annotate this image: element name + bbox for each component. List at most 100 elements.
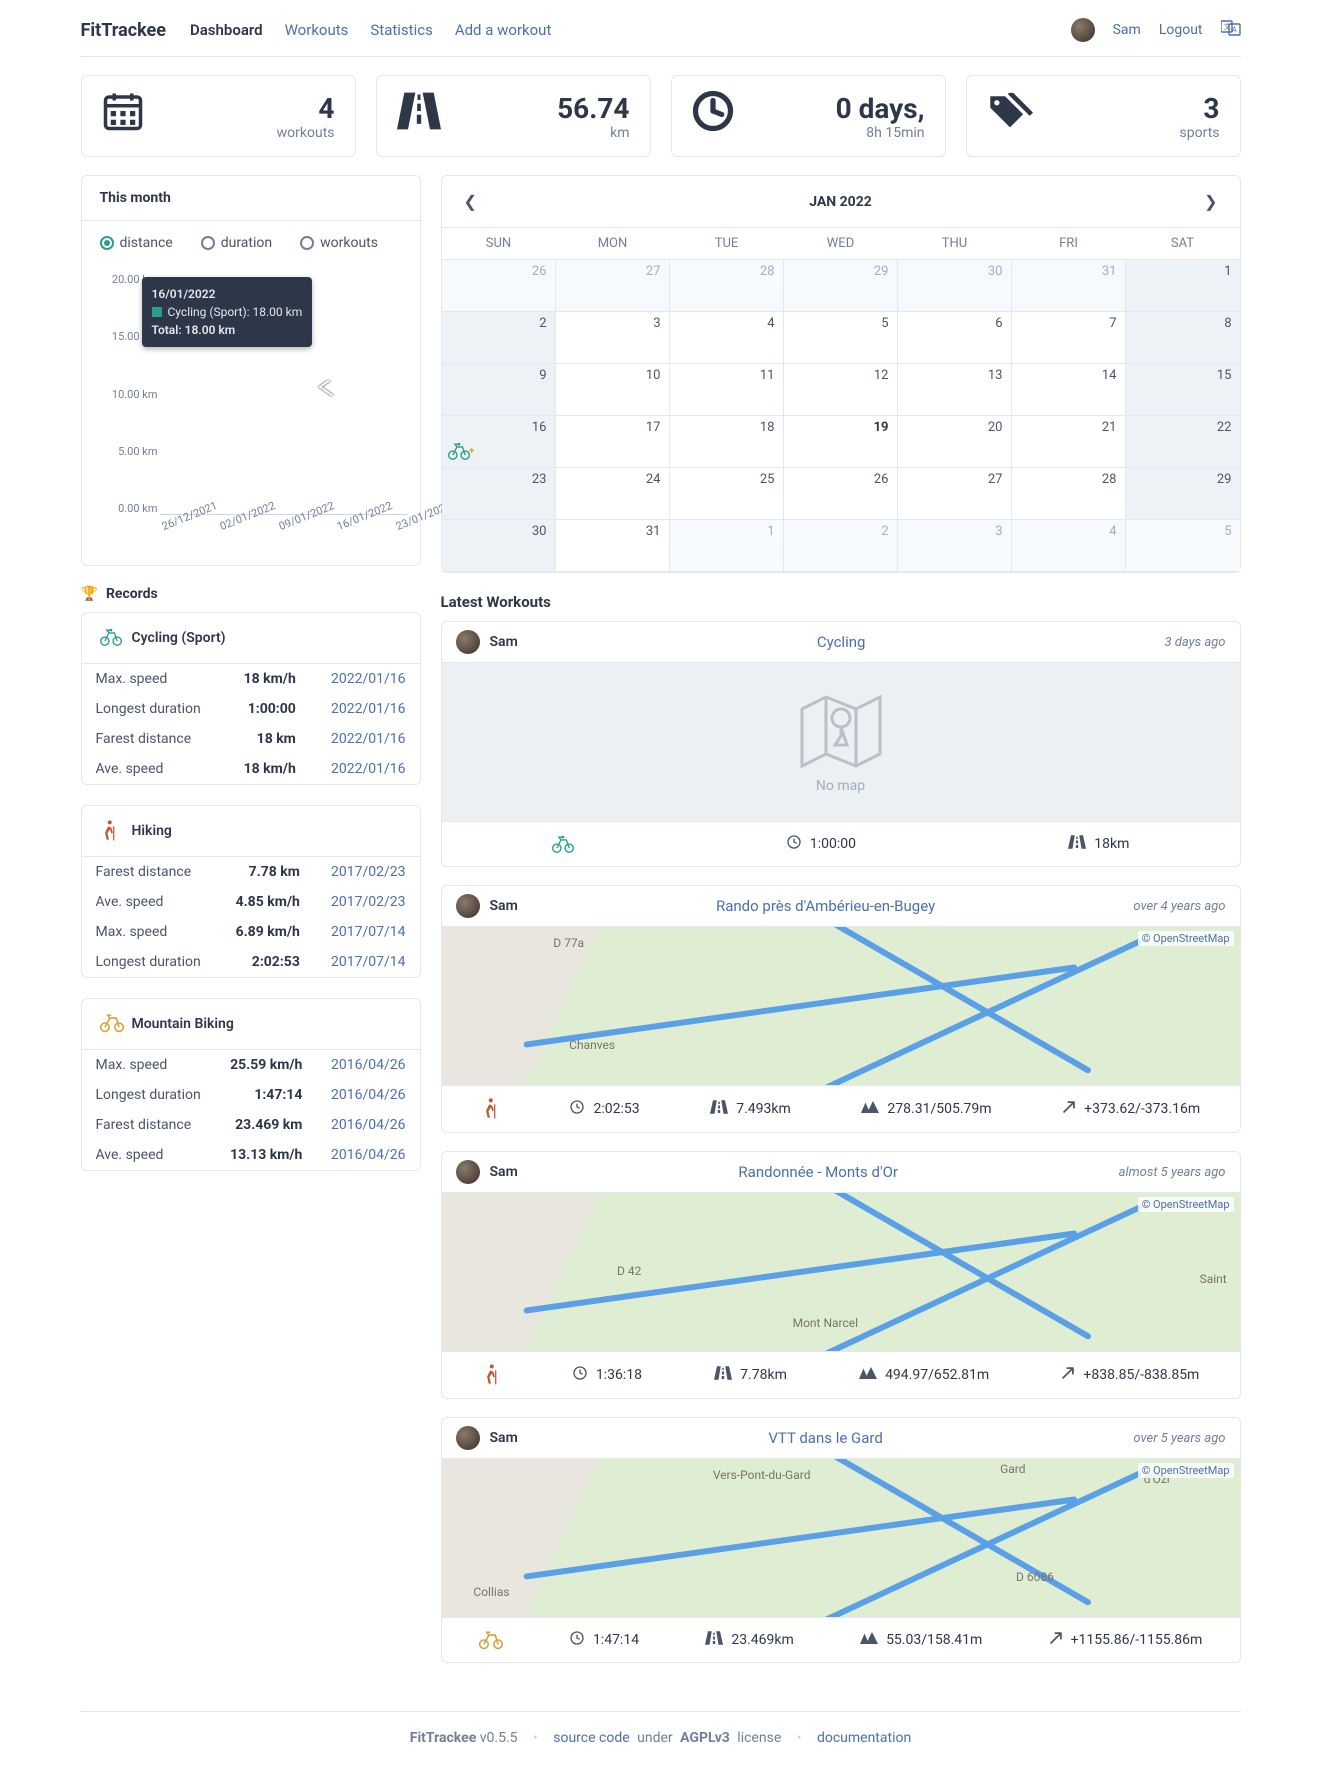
record-date-link[interactable]: 2022/01/16 (331, 671, 406, 687)
record-date-link[interactable]: 2022/01/16 (331, 731, 406, 747)
cal-cell[interactable]: 4 (670, 312, 784, 364)
brand[interactable]: FitTrackee (81, 20, 166, 41)
avatar[interactable] (456, 1426, 480, 1450)
cal-cell[interactable]: 27 (556, 260, 670, 312)
cal-cell[interactable]: 2 (784, 520, 898, 572)
cal-cell[interactable]: 2 (442, 312, 556, 364)
record-date-link[interactable]: 2017/07/14 (331, 924, 406, 940)
cal-cell[interactable]: 1 (1126, 260, 1240, 312)
cal-cell[interactable]: 7 (1012, 312, 1126, 364)
cal-cell[interactable]: 29 (1126, 468, 1240, 520)
cal-cell[interactable]: 27 (898, 468, 1012, 520)
cal-cell[interactable]: 16✦ (442, 416, 556, 468)
cal-next[interactable]: ❯ (1196, 188, 1225, 215)
nav-workouts[interactable]: Workouts (285, 21, 349, 39)
nav-links: Dashboard Workouts Statistics Add a work… (190, 21, 551, 39)
workout-ago: over 5 years ago (1133, 1431, 1225, 1446)
cal-cell[interactable]: 3 (556, 312, 670, 364)
workout-title-link[interactable]: Randonnée - Monts d'Or (738, 1163, 898, 1181)
user-link[interactable]: Sam (1113, 22, 1141, 38)
cal-cell[interactable]: 5 (1126, 520, 1240, 572)
record-date-link[interactable]: 2016/04/26 (331, 1087, 406, 1103)
workout-user[interactable]: Sam (490, 634, 518, 650)
nav-statistics[interactable]: Statistics (370, 21, 432, 39)
cal-cell[interactable]: 23 (442, 468, 556, 520)
logout-link[interactable]: Logout (1159, 22, 1203, 38)
cal-cell[interactable]: 26 (442, 260, 556, 312)
cal-cell[interactable]: 13 (898, 364, 1012, 416)
cal-cell[interactable]: 28 (670, 260, 784, 312)
cal-cell[interactable]: 30 (898, 260, 1012, 312)
record-date-link[interactable]: 2016/04/26 (331, 1117, 406, 1133)
chart-card: This month distance duration workouts 0.… (81, 175, 421, 566)
cal-cell[interactable]: 22 (1126, 416, 1240, 468)
record-date-link[interactable]: 2017/02/23 (331, 864, 406, 880)
cal-cell[interactable]: 12 (784, 364, 898, 416)
chart-tabs: distance duration workouts (82, 221, 420, 265)
footer-docs-link[interactable]: documentation (817, 1730, 911, 1746)
cal-cell[interactable]: 9 (442, 364, 556, 416)
cal-cell[interactable]: 21 (1012, 416, 1126, 468)
workout-card: Sam Cycling 3 days ago No map1:00:0018km (441, 621, 1241, 867)
cal-cell[interactable]: 6 (898, 312, 1012, 364)
workout-title-link[interactable]: Cycling (817, 633, 866, 651)
cycling-icon (552, 834, 574, 854)
stat-duration-sub: 8h 15min (866, 125, 924, 141)
record-date-link[interactable]: 2022/01/16 (331, 701, 406, 717)
cal-cell[interactable]: 8 (1126, 312, 1240, 364)
cal-cell[interactable]: 24 (556, 468, 670, 520)
workout-title-link[interactable]: VTT dans le Gard (768, 1429, 882, 1447)
language-icon[interactable]: 文A (1221, 19, 1241, 42)
cal-cell[interactable]: 20 (898, 416, 1012, 468)
cal-cell[interactable]: 10 (556, 364, 670, 416)
workout-map[interactable]: D 77aChanves© OpenStreetMap (442, 926, 1240, 1086)
cal-prev[interactable]: ❮ (456, 188, 485, 215)
cal-cell[interactable]: 19 (784, 416, 898, 468)
cal-cell[interactable]: 3 (898, 520, 1012, 572)
workout-map[interactable]: D 42Mont NarcelSaint© OpenStreetMap (442, 1192, 1240, 1352)
cal-cell[interactable]: 1 (670, 520, 784, 572)
footer-source-link[interactable]: source code (553, 1730, 629, 1746)
cal-cell[interactable]: 26 (784, 468, 898, 520)
hiking-icon (100, 820, 122, 842)
cal-cell[interactable]: 18 (670, 416, 784, 468)
workout-user[interactable]: Sam (490, 898, 518, 914)
cal-cell[interactable]: 28 (1012, 468, 1126, 520)
workout-user[interactable]: Sam (490, 1164, 518, 1180)
workout-user[interactable]: Sam (490, 1430, 518, 1446)
osm-credit[interactable]: © OpenStreetMap (1138, 1463, 1234, 1478)
workout-title-link[interactable]: Rando près d'Ambérieu-en-Bugey (716, 897, 935, 915)
record-date-link[interactable]: 2016/04/26 (331, 1147, 406, 1163)
cal-cell[interactable]: 11 (670, 364, 784, 416)
road-icon (705, 1631, 723, 1649)
cal-event-cycling[interactable]: ✦ (448, 441, 476, 461)
workout-map[interactable]: Vers-Pont-du-GardGardd'OziColliasD 6086©… (442, 1458, 1240, 1618)
chart-tab-duration[interactable]: duration (201, 235, 272, 251)
record-date-link[interactable]: 2017/02/23 (331, 894, 406, 910)
no-map: No map (442, 662, 1240, 822)
cal-cell[interactable]: 4 (1012, 520, 1126, 572)
cal-cell[interactable]: 31 (1012, 260, 1126, 312)
avatar[interactable] (456, 630, 480, 654)
record-date-link[interactable]: 2017/07/14 (331, 954, 406, 970)
osm-credit[interactable]: © OpenStreetMap (1138, 1197, 1234, 1212)
avatar[interactable] (1071, 18, 1095, 42)
cal-cell[interactable]: 25 (670, 468, 784, 520)
cal-cell[interactable]: 15 (1126, 364, 1240, 416)
chart-tab-distance[interactable]: distance (100, 235, 173, 251)
osm-credit[interactable]: © OpenStreetMap (1138, 931, 1234, 946)
cal-cell[interactable]: 17 (556, 416, 670, 468)
cal-cell[interactable]: 31 (556, 520, 670, 572)
avatar[interactable] (456, 894, 480, 918)
record-date-link[interactable]: 2016/04/26 (331, 1057, 406, 1073)
record-date-link[interactable]: 2022/01/16 (331, 761, 406, 777)
road-icon (1068, 835, 1086, 853)
cal-cell[interactable]: 14 (1012, 364, 1126, 416)
nav-dashboard[interactable]: Dashboard (190, 21, 263, 39)
nav-add-workout[interactable]: Add a workout (455, 21, 552, 39)
avatar[interactable] (456, 1160, 480, 1184)
chart-tab-workouts[interactable]: workouts (300, 235, 378, 251)
cal-cell[interactable]: 30 (442, 520, 556, 572)
cal-cell[interactable]: 5 (784, 312, 898, 364)
cal-cell[interactable]: 29 (784, 260, 898, 312)
